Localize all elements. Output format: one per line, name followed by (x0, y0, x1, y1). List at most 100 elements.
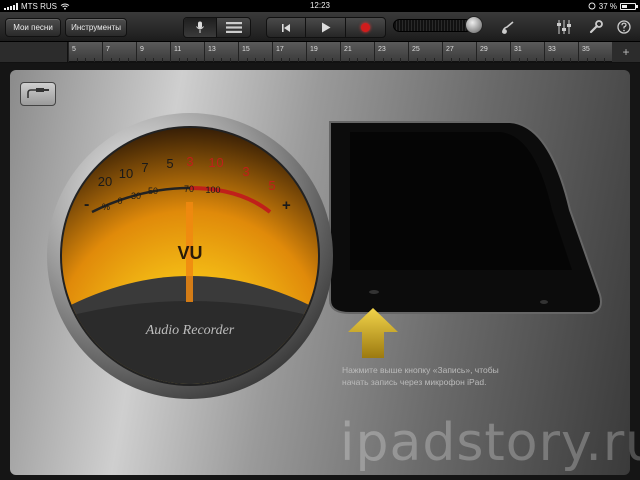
ruler-minor-tick (391, 58, 392, 62)
ruler-mark: 35 (578, 42, 590, 62)
battery-icon (620, 2, 638, 10)
ruler-minor-tick (399, 58, 401, 62)
mixer-button[interactable] (554, 17, 574, 37)
ruler-mark: 15 (238, 42, 250, 62)
ruler-minor-tick (416, 58, 418, 62)
metronome-button[interactable] (498, 17, 518, 37)
ruler-mark: 27 (442, 42, 454, 62)
wifi-icon (60, 3, 70, 10)
ruler-mark-label: 13 (208, 46, 216, 53)
ruler-mark: 31 (510, 42, 522, 62)
hint-line-1: Нажмите выше кнопку «Запись», чтобы (342, 365, 499, 375)
ruler-minor-tick (195, 58, 197, 62)
ruler-mark-label: 15 (242, 46, 250, 53)
ruler-mark-label: 17 (276, 46, 284, 53)
lock-rotation-icon (588, 2, 596, 10)
ruler-minor-tick (297, 58, 299, 62)
ruler-minor-tick (450, 58, 452, 62)
input-settings-button[interactable] (20, 82, 56, 106)
vu-pct-0: 0 (117, 196, 122, 206)
vu-mark-7: 7 (141, 160, 148, 175)
view-toggle (183, 17, 251, 38)
tracks-list-icon (225, 22, 242, 33)
vu-mark-3-red: 3 (242, 164, 249, 179)
ruler-minor-tick (595, 58, 596, 62)
ruler-minor-tick (161, 58, 163, 62)
vu-pct-100: 100 (205, 185, 220, 195)
ruler-mark: 17 (272, 42, 284, 62)
ruler-mark-label: 35 (582, 46, 590, 53)
ruler-minor-tick (331, 58, 333, 62)
wrench-icon (589, 20, 603, 34)
vu-meter: 20 10 7 5 3 1 0 3 5 % 0 30 50 70 100 - +… (47, 113, 333, 399)
settings-button[interactable] (586, 17, 606, 37)
ruler-mark: 5 (68, 42, 76, 62)
ruler-mark: 11 (170, 42, 181, 62)
instruments-button[interactable]: Инструменты (65, 18, 127, 37)
ruler-minor-tick (212, 58, 214, 62)
ruler-minor-tick (187, 58, 188, 62)
ruler-mark: 25 (408, 42, 420, 62)
ruler-mark: 21 (340, 42, 352, 62)
arrow-up-icon (348, 308, 398, 358)
ruler-minor-tick (127, 58, 129, 62)
volume-slider[interactable] (393, 16, 483, 36)
ruler-minor-tick (586, 58, 588, 62)
ruler-minor-tick (93, 58, 95, 62)
ruler-mark-label: 29 (480, 46, 488, 53)
my-songs-button[interactable]: Мои песни (5, 18, 61, 37)
tracks-view-button[interactable] (217, 18, 250, 37)
ruler-minor-tick (348, 58, 350, 62)
ruler-minor-tick (229, 58, 231, 62)
ruler-mark: 29 (476, 42, 488, 62)
ruler-minor-tick (280, 58, 282, 62)
ruler-mark-label: 25 (412, 46, 420, 53)
ruler-minor-tick (561, 58, 562, 62)
hint-line-2: начать запись через микрофон iPad. (342, 377, 487, 387)
ruler-minor-tick (314, 58, 316, 62)
ruler-minor-tick (263, 58, 265, 62)
play-icon (321, 22, 331, 33)
vu-percent: % (102, 202, 110, 212)
ruler-mark-label: 7 (106, 46, 110, 53)
ruler-minor-tick (467, 58, 469, 62)
vu-mark-10: 10 (119, 166, 133, 181)
vu-pct-50: 50 (148, 186, 158, 196)
ruler-mark-label: 11 (174, 46, 182, 53)
ruler-minor-tick (255, 58, 256, 62)
rewind-button[interactable] (267, 18, 307, 37)
timeline-ruler[interactable]: 5 7 9 11 13 15 17 19 21 23 25 27 29 31 33 35 + (0, 42, 640, 62)
mic-view-button[interactable] (184, 18, 218, 37)
help-button[interactable] (614, 17, 634, 37)
record-button[interactable] (346, 18, 385, 37)
ruler-minor-tick (110, 58, 112, 62)
ruler-mark-label: 31 (514, 46, 522, 53)
ruler-minor-tick (484, 58, 486, 62)
ruler-mark: 33 (544, 42, 556, 62)
add-section-button[interactable]: + (612, 42, 640, 62)
ruler-minor-tick (459, 58, 460, 62)
vu-mark-5-red: 5 (268, 178, 275, 193)
vu-pct-70: 70 (184, 184, 194, 194)
main-area: Нажмите выше кнопку «Запись», чтобы нача… (0, 63, 640, 480)
carrier-name: MTS RUS (21, 1, 57, 11)
audio-recorder-brand: Audio Recorder (145, 323, 235, 338)
microphone-icon (196, 21, 204, 33)
vu-mark-0: 0 (216, 155, 223, 170)
play-button[interactable] (306, 18, 346, 37)
ruler-minor-tick (85, 58, 86, 62)
status-bar: MTS RUS 12:23 37 % (0, 0, 640, 12)
toolbar: Мои песни Инструменты (0, 12, 640, 42)
signal-icon (4, 2, 18, 10)
ruler-minor-tick (569, 58, 571, 62)
rewind-icon (282, 23, 291, 32)
ruler-mark-label: 21 (344, 46, 352, 53)
volume-knob[interactable] (465, 16, 483, 34)
ruler-mark-label: 23 (378, 46, 386, 53)
ruler-mark-label: 27 (446, 46, 454, 53)
ruler-minor-tick (144, 58, 146, 62)
ruler-minor-tick (153, 58, 154, 62)
ruler-mark: 9 (136, 42, 144, 62)
ruler-minor-tick (221, 58, 222, 62)
battery-percent: 37 % (598, 1, 617, 11)
